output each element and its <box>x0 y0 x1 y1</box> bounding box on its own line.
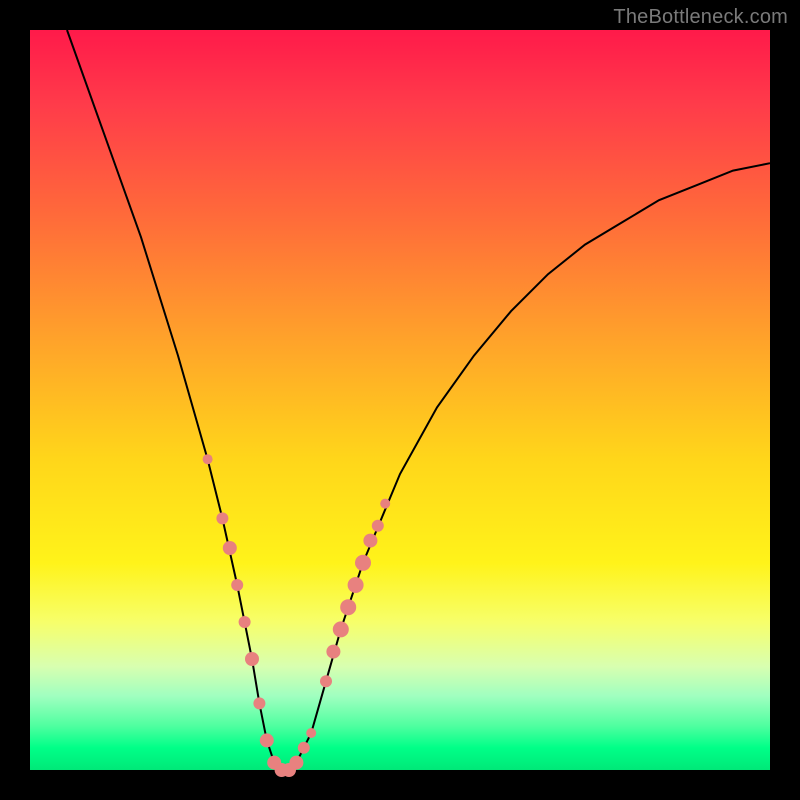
watermark-text: TheBottleneck.com <box>613 6 788 29</box>
data-marker <box>363 534 377 548</box>
data-marker <box>260 733 274 747</box>
data-marker <box>253 697 265 709</box>
data-marker <box>372 520 384 532</box>
data-marker <box>239 616 251 628</box>
data-marker <box>231 579 243 591</box>
chart-container: TheBottleneck.com <box>0 0 800 800</box>
data-marker <box>333 621 349 637</box>
data-marker <box>348 577 364 593</box>
data-marker <box>203 454 213 464</box>
data-marker <box>289 756 303 770</box>
data-marker <box>216 512 228 524</box>
data-marker <box>380 499 390 509</box>
data-marker <box>245 652 259 666</box>
data-marker <box>306 728 316 738</box>
data-marker <box>355 555 371 571</box>
plot-area <box>30 30 770 770</box>
data-marker <box>340 599 356 615</box>
chart-svg <box>30 30 770 770</box>
data-marker <box>326 645 340 659</box>
bottleneck-curve <box>67 30 770 770</box>
marker-group <box>203 454 391 777</box>
data-marker <box>223 541 237 555</box>
data-marker <box>298 742 310 754</box>
data-marker <box>320 675 332 687</box>
